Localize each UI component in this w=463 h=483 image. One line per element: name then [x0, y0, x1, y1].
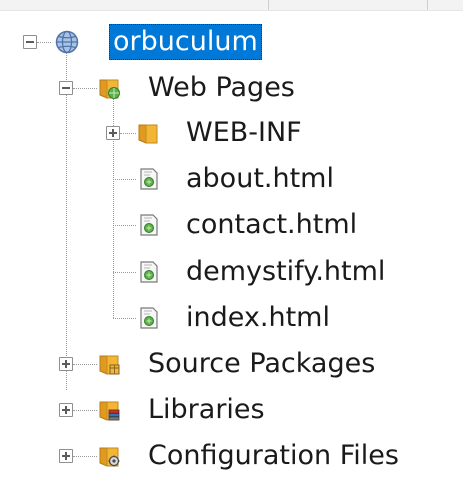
expand-toggle[interactable]	[59, 357, 73, 371]
tree-guide-line	[73, 88, 97, 89]
html-file-icon	[140, 168, 158, 190]
tree-guide-line	[113, 318, 136, 319]
configuration-files-icon	[99, 447, 120, 467]
globe-icon	[55, 30, 79, 54]
tree-guide-line	[66, 52, 67, 390]
tree-guide-line	[113, 179, 136, 180]
tree-node-label[interactable]: about.html	[186, 162, 334, 196]
tree-node-label[interactable]: contact.html	[186, 208, 357, 242]
tree-node-label[interactable]: orbuculum	[109, 24, 262, 60]
tree-node-label[interactable]: Web Pages	[148, 71, 295, 105]
tree-node-label[interactable]: Source Packages	[148, 347, 375, 381]
tree-node-label[interactable]: Libraries	[148, 393, 265, 427]
tree-node-label[interactable]: Configuration Files	[148, 439, 399, 473]
tree-guide-line	[113, 272, 136, 273]
tree-guide-line	[73, 410, 97, 411]
tree-guide-line	[73, 364, 97, 365]
tree-node-label[interactable]: index.html	[186, 301, 330, 335]
html-file-icon	[140, 214, 158, 236]
project-tree: orbuculum Web Pages WEB-INF about.html c…	[0, 0, 463, 483]
expand-toggle[interactable]	[106, 126, 120, 140]
tree-node-label[interactable]: demystify.html	[186, 255, 385, 289]
source-packages-icon	[99, 355, 120, 375]
collapse-toggle[interactable]	[59, 81, 73, 95]
tree-guide-line	[73, 456, 97, 457]
collapse-toggle[interactable]	[23, 35, 37, 49]
tree-guide-line	[120, 133, 136, 134]
tree-guide-line	[37, 42, 51, 43]
web-folder-icon	[99, 79, 120, 99]
expand-toggle[interactable]	[59, 449, 73, 463]
folder-icon	[138, 124, 158, 144]
html-file-icon	[140, 307, 158, 329]
tree-guide-line	[113, 225, 136, 226]
html-file-icon	[140, 261, 158, 283]
tree-node-label[interactable]: WEB-INF	[186, 116, 302, 150]
libraries-icon	[99, 401, 120, 421]
expand-toggle[interactable]	[59, 403, 73, 417]
